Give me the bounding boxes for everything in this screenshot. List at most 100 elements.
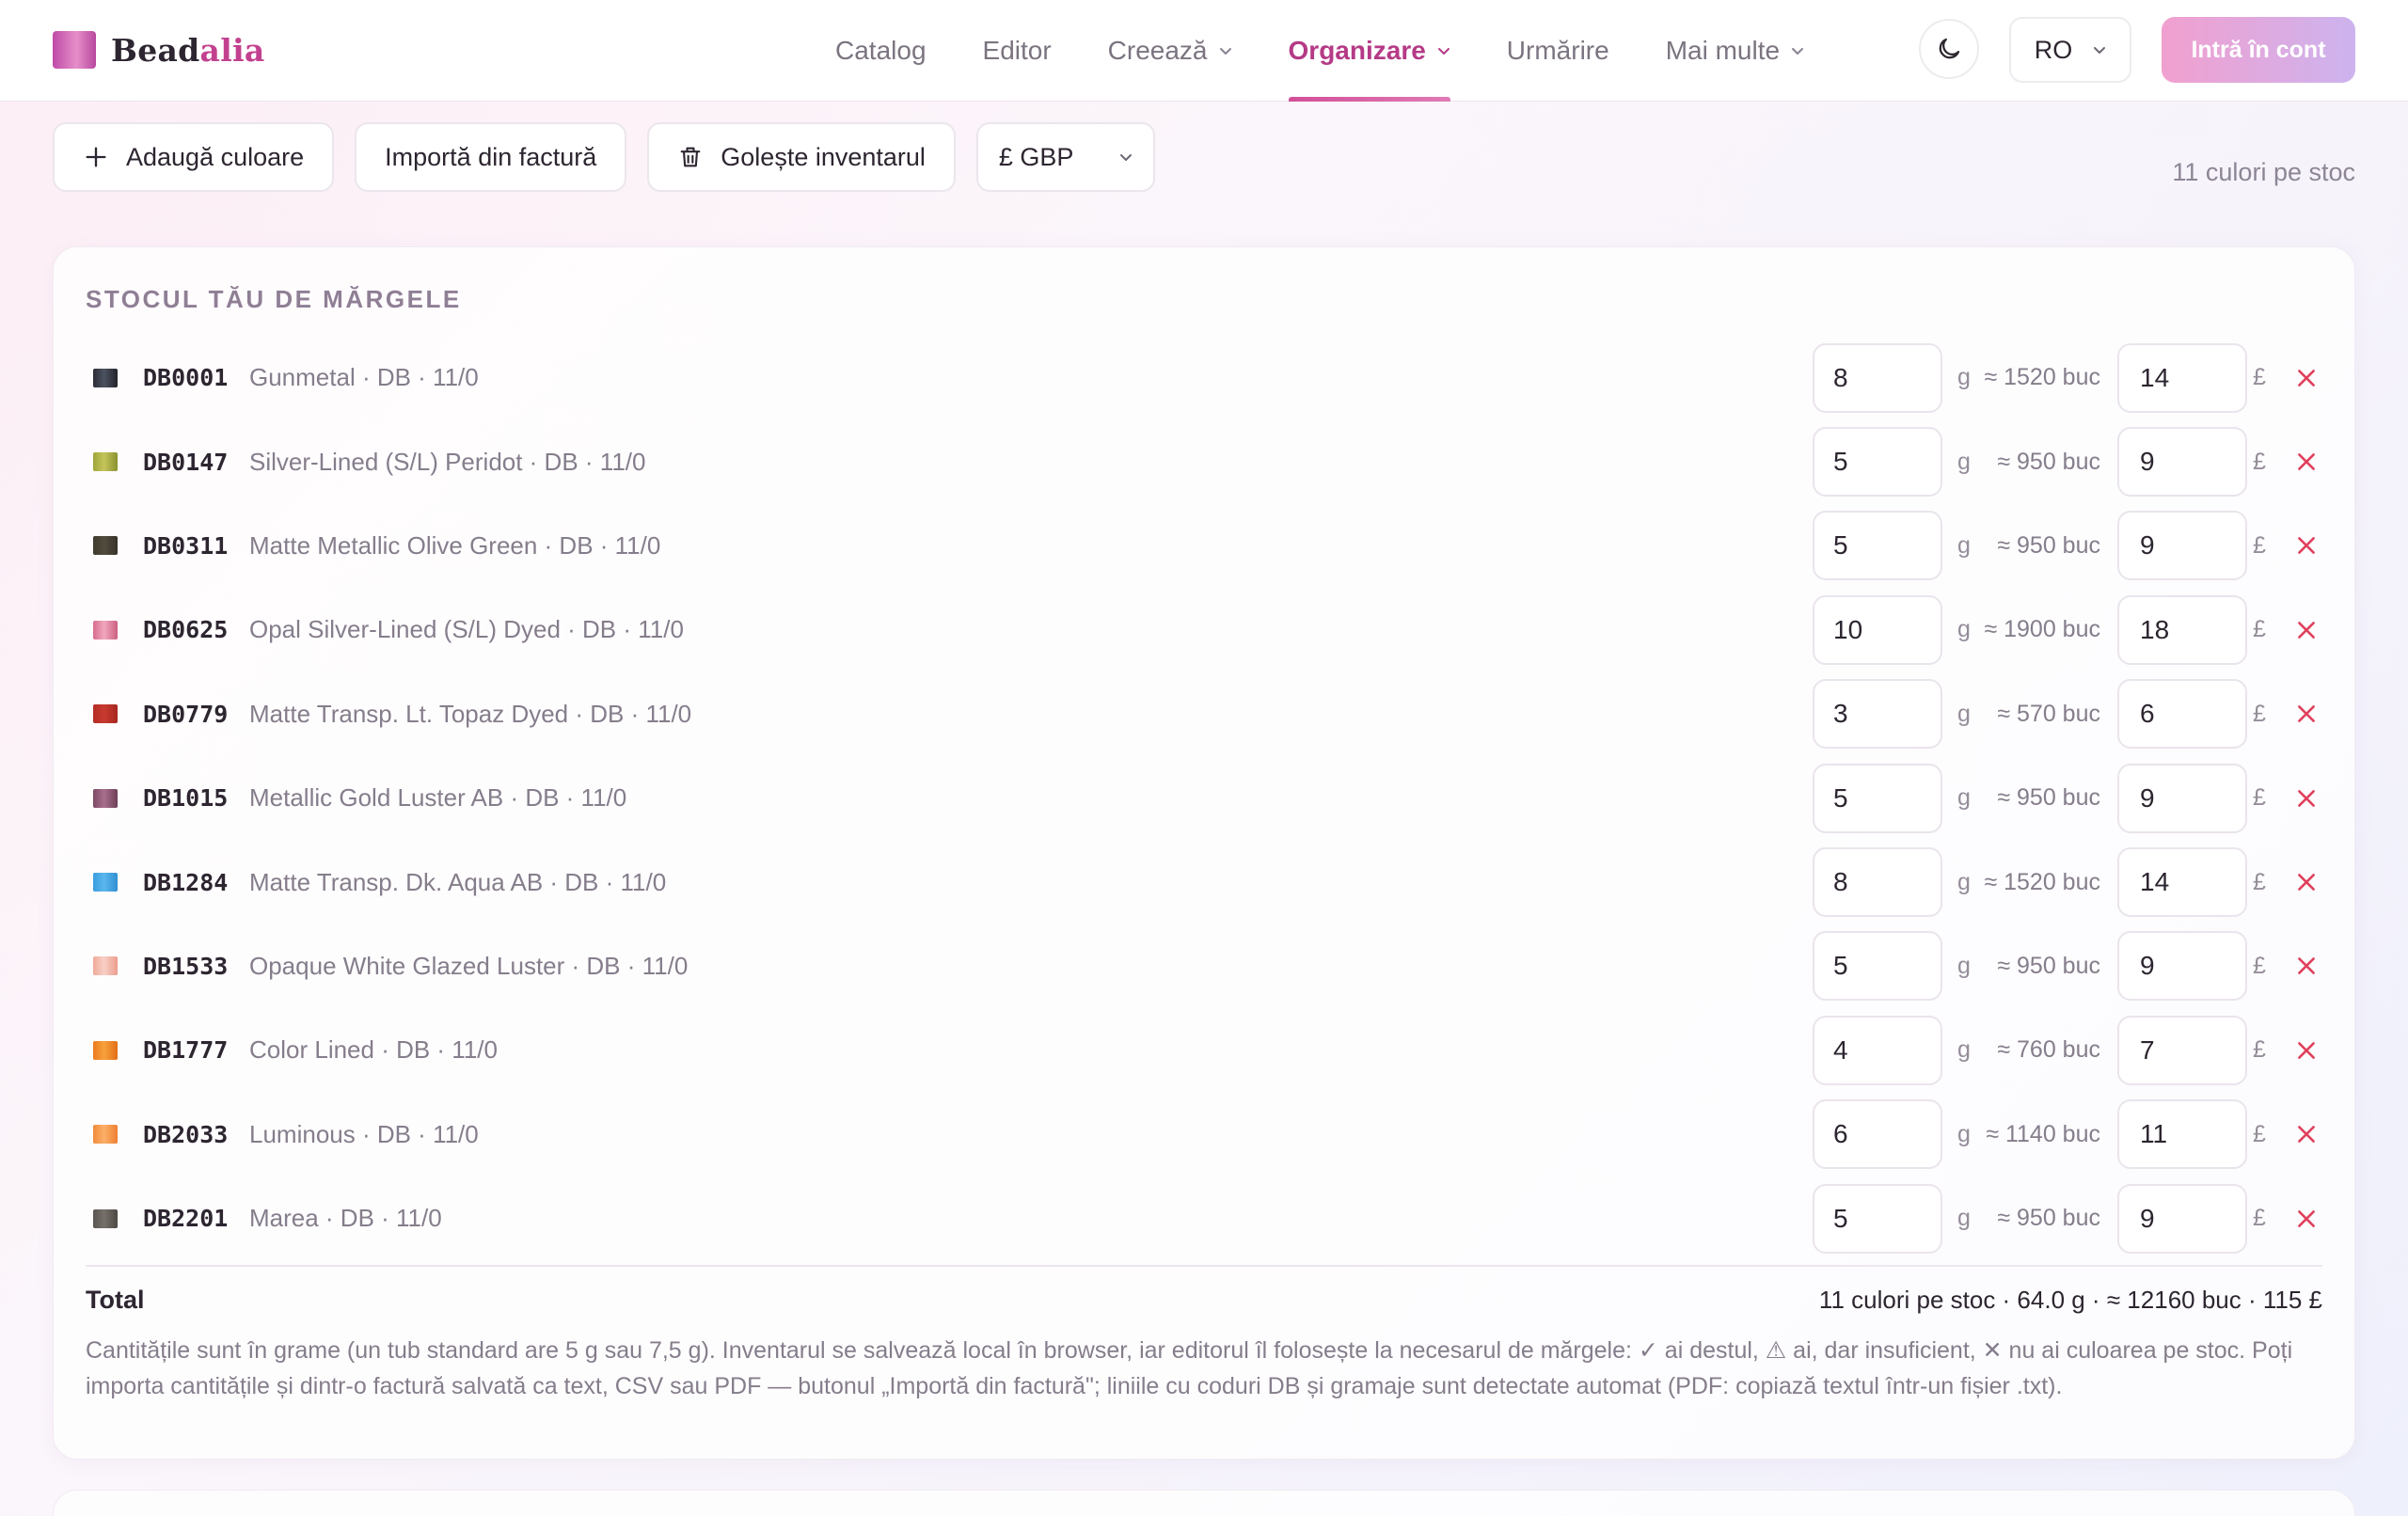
- price-input[interactable]: 9: [2117, 931, 2247, 1002]
- nav-organize[interactable]: Organizare: [1288, 0, 1451, 102]
- grams-input[interactable]: 5: [1813, 427, 1942, 497]
- bead-name: Opal Silver-Lined (S/L) Dyed · DB · 11/0: [249, 615, 684, 644]
- color-swatch: [93, 1208, 118, 1228]
- inventory-row: DB0625 Opal Silver-Lined (S/L) Dyed · DB…: [54, 588, 2356, 671]
- currency-symbol: £: [2253, 448, 2266, 475]
- bead-code: DB0311: [143, 531, 229, 560]
- bead-code: DB1533: [143, 952, 229, 980]
- currency-select[interactable]: £ GBP: [975, 122, 1155, 192]
- inventory-help-note: Cantitățile sunt în grame (un tub standa…: [86, 1337, 2293, 1399]
- price-input[interactable]: 18: [2117, 594, 2247, 665]
- grams-input[interactable]: 8: [1813, 847, 1942, 918]
- brand-logo[interactable]: Beadalia: [53, 30, 265, 70]
- gram-unit: g: [1957, 531, 1971, 559]
- pieces-estimate: ≈ 950 buc: [1997, 531, 2100, 559]
- bead-code: DB0779: [143, 700, 229, 728]
- remove-icon[interactable]: [2294, 618, 2319, 642]
- bead-code: DB2201: [143, 1205, 229, 1233]
- grams-input[interactable]: 6: [1813, 1099, 1942, 1170]
- price-input[interactable]: 9: [2117, 427, 2247, 497]
- pieces-estimate: ≈ 950 buc: [1997, 784, 2100, 812]
- clear-inventory-button[interactable]: Golește inventarul: [647, 122, 956, 192]
- price-input[interactable]: 9: [2117, 1183, 2247, 1254]
- grams-input[interactable]: 5: [1813, 931, 1942, 1002]
- price-input[interactable]: 9: [2117, 763, 2247, 833]
- gram-unit: g: [1957, 700, 1971, 727]
- price-input[interactable]: 7: [2117, 1015, 2247, 1085]
- remove-icon[interactable]: [2294, 1207, 2319, 1231]
- moon-icon: [1939, 38, 1960, 59]
- grams-input[interactable]: 4: [1813, 1015, 1942, 1085]
- gram-unit: g: [1957, 364, 1971, 391]
- color-swatch: [93, 452, 118, 472]
- color-swatch: [93, 1125, 118, 1145]
- price-input[interactable]: 11: [2117, 1099, 2247, 1170]
- remove-icon[interactable]: [2294, 450, 2319, 474]
- add-color-button[interactable]: Adaugă culoare: [53, 122, 335, 192]
- chevron-down-icon: [1219, 48, 1231, 55]
- remove-icon[interactable]: [2294, 870, 2319, 894]
- import-invoice-button[interactable]: Importă din factură: [355, 122, 627, 192]
- currency-symbol: £: [2253, 952, 2266, 979]
- pieces-estimate: ≈ 570 buc: [1997, 700, 2100, 727]
- total-label: Total: [86, 1286, 145, 1314]
- price-input[interactable]: 9: [2117, 511, 2247, 581]
- trash-icon: [680, 147, 701, 167]
- bead-name: Matte Transp. Lt. Topaz Dyed · DB · 11/0: [249, 699, 692, 728]
- bead-code: DB1777: [143, 1036, 229, 1065]
- pieces-estimate: ≈ 950 buc: [1997, 952, 2100, 979]
- pieces-estimate: ≈ 1140 buc: [1986, 1120, 2100, 1147]
- bead-code: DB2033: [143, 1120, 229, 1148]
- gram-unit: g: [1957, 448, 1971, 475]
- inventory-row: DB1777 Color Lined · DB · 11/0 4 g ≈ 760…: [54, 1008, 2356, 1092]
- bead-name: Luminous · DB · 11/0: [249, 1119, 479, 1148]
- chevron-down-icon: [1119, 154, 1132, 161]
- grams-input[interactable]: 5: [1813, 763, 1942, 833]
- color-swatch: [93, 620, 118, 640]
- bead-name: Color Lined · DB · 11/0: [249, 1035, 498, 1065]
- brand-name: Beadalia: [111, 31, 265, 69]
- price-input[interactable]: 6: [2117, 679, 2247, 750]
- bead-code: DB0001: [143, 364, 229, 392]
- grams-input[interactable]: 5: [1813, 511, 1942, 581]
- logo-icon: [53, 31, 96, 69]
- remove-icon[interactable]: [2294, 954, 2319, 978]
- bead-name: Matte Metallic Olive Green · DB · 11/0: [249, 530, 661, 560]
- grams-input[interactable]: 10: [1813, 594, 1942, 665]
- remove-icon[interactable]: [2294, 786, 2319, 811]
- bead-code: DB0147: [143, 448, 229, 476]
- nav-tracking[interactable]: Urmărire: [1507, 0, 1609, 102]
- remove-icon[interactable]: [2294, 702, 2319, 726]
- login-button[interactable]: Intră în cont: [2162, 17, 2355, 83]
- currency-symbol: £: [2253, 364, 2266, 391]
- remove-icon[interactable]: [2294, 1122, 2319, 1146]
- price-input[interactable]: 14: [2117, 342, 2247, 413]
- currency-symbol: £: [2253, 700, 2266, 727]
- chevron-down-icon: [2094, 47, 2106, 54]
- chevron-down-icon: [1437, 48, 1450, 55]
- remove-icon[interactable]: [2294, 366, 2319, 390]
- remove-icon[interactable]: [2294, 533, 2319, 558]
- pieces-estimate: ≈ 1520 buc: [1984, 364, 2100, 391]
- inventory-card: STOCUL TĂU DE MĂRGELE DB0001 Gunmetal · …: [53, 246, 2355, 1460]
- bead-name: Opaque White Glazed Luster · DB · 11/0: [249, 951, 689, 980]
- remove-icon[interactable]: [2294, 1038, 2319, 1063]
- grams-input[interactable]: 3: [1813, 679, 1942, 750]
- grams-input[interactable]: 5: [1813, 1183, 1942, 1254]
- language-select[interactable]: RO: [2009, 17, 2131, 83]
- price-input[interactable]: 14: [2117, 847, 2247, 918]
- pieces-estimate: ≈ 950 buc: [1997, 1205, 2100, 1232]
- next-section-card: [53, 1490, 2355, 1516]
- nav-create[interactable]: Creează: [1108, 0, 1232, 102]
- color-swatch: [93, 873, 118, 892]
- nav-more[interactable]: Mai multe: [1666, 0, 1804, 102]
- inventory-title: STOCUL TĂU DE MĂRGELE: [86, 285, 462, 313]
- gram-unit: g: [1957, 616, 1971, 643]
- currency-symbol: £: [2253, 1120, 2266, 1147]
- nav-editor[interactable]: Editor: [983, 0, 1052, 102]
- inventory-toolbar: Adaugă culoare Importă din factură Goleș…: [53, 122, 1176, 192]
- theme-toggle-button[interactable]: [1919, 19, 1979, 79]
- nav-catalog[interactable]: Catalog: [835, 0, 927, 102]
- top-navigation-bar: Beadalia Catalog Editor Creează Organiza…: [0, 0, 2408, 102]
- grams-input[interactable]: 8: [1813, 342, 1942, 413]
